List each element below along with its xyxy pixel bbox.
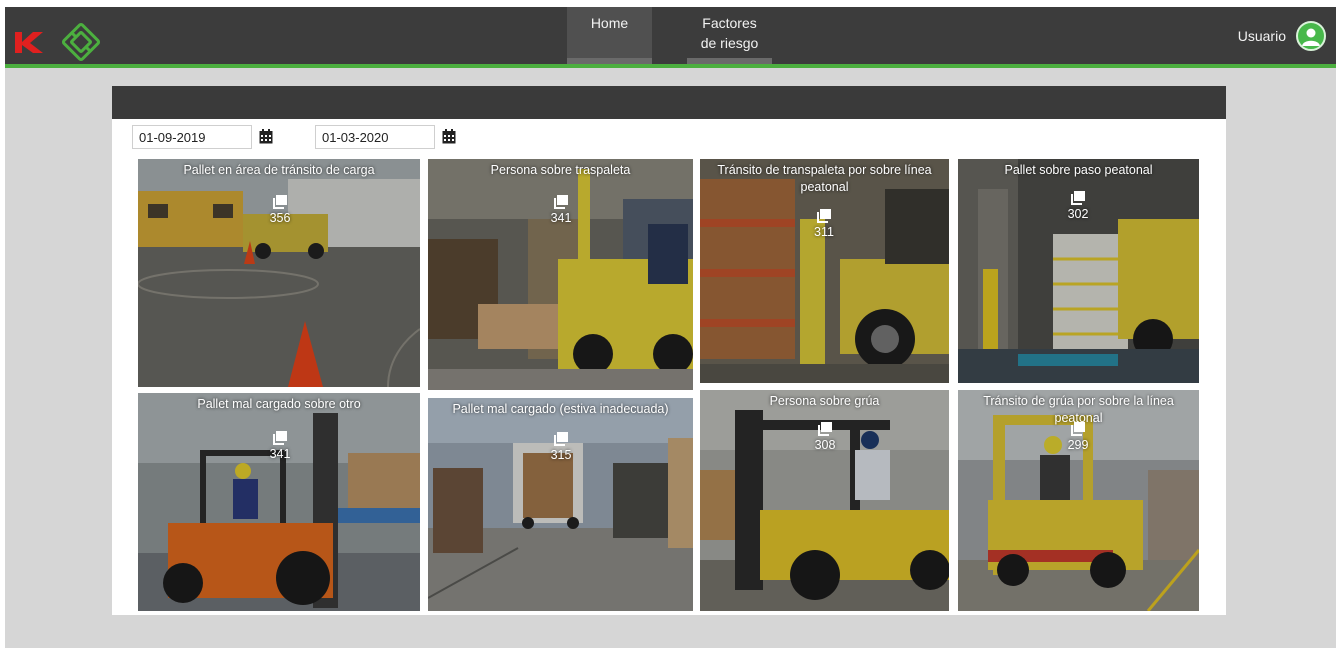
risk-tile-pallet-mal-cargado-sobre-otro[interactable]: Pallet mal cargado sobre otro 341 (138, 393, 420, 611)
tile-count: 302 (1058, 191, 1098, 221)
nav-tab-home-label: Home (590, 15, 629, 31)
top-navbar: Home Factores de riesgo Usuario (5, 7, 1336, 66)
tile-count-value: 356 (269, 211, 291, 225)
risk-tile-pallet-transito-carga[interactable]: Pallet en área de tránsito de carga 356 (138, 159, 420, 387)
risk-tile-persona-sobre-grua[interactable]: Persona sobre grúa 308 (700, 390, 949, 611)
tile-count-value: 315 (550, 448, 572, 462)
images-icon (554, 195, 568, 209)
tile-title: Tránsito de transpaleta por sobre línea … (717, 163, 932, 194)
risk-tile-transito-transpaleta-linea-peatonal[interactable]: Tránsito de transpaleta por sobre línea … (700, 159, 949, 383)
tile-count: 341 (260, 431, 300, 461)
images-icon (1071, 422, 1085, 436)
tile-count: 341 (541, 195, 581, 225)
tile-title: Pallet sobre paso peatonal (1004, 163, 1153, 177)
tile-count-value: 341 (550, 211, 572, 225)
nav-tab-factores-de-riesgo[interactable]: Factores de riesgo (687, 7, 772, 64)
card-header (112, 86, 1226, 119)
nav-tab-factores-line1: Factores (702, 15, 757, 31)
user-circle-icon[interactable] (1296, 21, 1326, 51)
date-to-input[interactable] (315, 125, 435, 149)
nav-tab-factores-label: Factores de riesgo (687, 7, 772, 53)
user-label: Usuario (1237, 28, 1286, 44)
company-logo[interactable] (13, 20, 105, 64)
tile-title: Pallet en área de tránsito de carga (183, 163, 375, 177)
tile-count: 315 (541, 432, 581, 462)
tile-count: 356 (260, 195, 300, 225)
tile-count-value: 308 (814, 438, 836, 452)
tile-count-value: 311 (814, 225, 834, 239)
date-from-input[interactable] (132, 125, 252, 149)
images-icon (273, 431, 287, 445)
tile-count: 311 (804, 209, 844, 239)
tile-title: Persona sobre traspaleta (490, 163, 631, 177)
tile-title: Persona sobre grúa (769, 394, 880, 408)
user-menu[interactable]: Usuario (1238, 21, 1326, 51)
tile-count: 308 (805, 422, 845, 452)
tile-count-value: 299 (1067, 438, 1089, 452)
tile-count-value: 341 (269, 447, 291, 461)
tile-count: 299 (1058, 422, 1098, 452)
calendar-icon[interactable] (442, 129, 456, 144)
images-icon (818, 422, 832, 436)
nav-tab-factores-line2: de riesgo (700, 35, 759, 51)
calendar-icon[interactable] (259, 129, 273, 144)
images-icon (817, 209, 831, 223)
images-icon (273, 195, 287, 209)
risk-tile-persona-traspaleta[interactable]: Persona sobre traspaleta 341 (428, 159, 693, 390)
tile-overlay (428, 398, 693, 611)
risk-tile-pallet-paso-peatonal[interactable]: Pallet sobre paso peatonal 302 (958, 159, 1199, 383)
tile-overlay (138, 393, 420, 611)
tile-overlay (138, 159, 420, 387)
risk-tile-transito-grua-linea-peatonal[interactable]: Tránsito de grúa por sobre la línea peat… (958, 390, 1199, 611)
risk-tile-pallet-estiva-inadecuada[interactable]: Pallet mal cargado (estiva inadecuada) 3… (428, 398, 693, 611)
tile-count-value: 302 (1067, 207, 1089, 221)
tile-title: Pallet mal cargado (estiva inadecuada) (452, 402, 669, 416)
images-icon (554, 432, 568, 446)
nav-tab-home[interactable]: Home (567, 7, 652, 64)
tile-title: Pallet mal cargado sobre otro (197, 397, 361, 411)
tile-overlay (428, 159, 693, 390)
images-icon (1071, 191, 1085, 205)
